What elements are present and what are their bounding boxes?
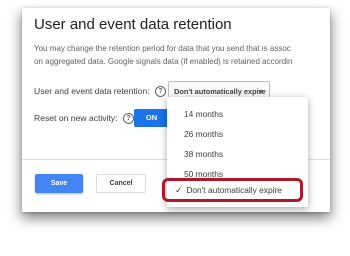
retention-help-icon[interactable]: ? bbox=[155, 86, 167, 98]
retention-row: User and event data retention: ? bbox=[34, 86, 167, 98]
reset-row: Reset on new activity: ? bbox=[34, 113, 134, 125]
option-14-months[interactable]: 14 months bbox=[167, 104, 308, 124]
reset-help-icon[interactable]: ? bbox=[122, 113, 134, 125]
chevron-down-icon bbox=[258, 90, 264, 94]
reset-label: Reset on new activity: bbox=[34, 113, 118, 123]
option-38-months[interactable]: 38 months bbox=[167, 144, 308, 164]
save-button[interactable]: Save bbox=[35, 174, 83, 193]
description-line-1: You may change the retention period for … bbox=[34, 44, 291, 53]
retention-select-value: Don't automatically expire bbox=[174, 87, 266, 96]
dialog-description: You may change the retention period for … bbox=[34, 42, 292, 68]
option-26-months[interactable]: 26 months bbox=[167, 124, 308, 144]
cancel-button[interactable]: Cancel bbox=[96, 174, 146, 193]
highlight-box bbox=[162, 178, 303, 202]
retention-label: User and event data retention: bbox=[34, 86, 150, 96]
dialog-title: User and event data retention bbox=[34, 16, 232, 33]
reset-toggle[interactable]: ON bbox=[134, 109, 169, 127]
description-line-2: on aggregated data. Google signals data … bbox=[34, 57, 293, 66]
